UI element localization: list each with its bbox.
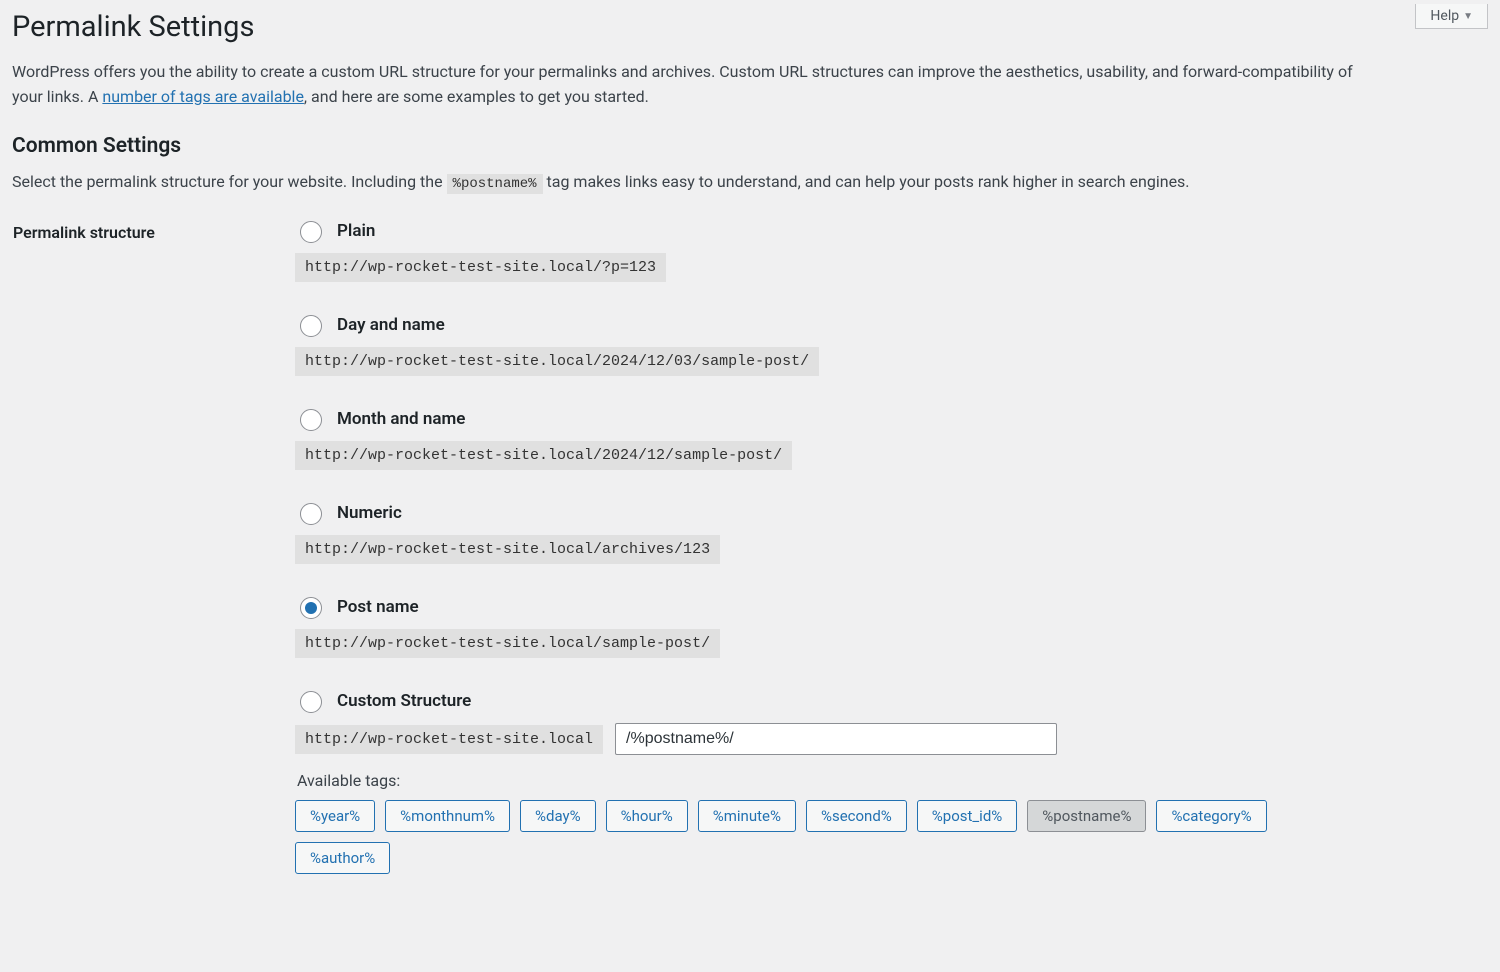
common-settings-heading: Common Settings: [12, 134, 1372, 158]
option-postname: Post name http://wp-rocket-test-site.loc…: [295, 594, 1371, 658]
chevron-down-icon: ▼: [1463, 11, 1473, 22]
help-tab[interactable]: Help ▼: [1415, 4, 1488, 29]
tags-available-link[interactable]: number of tags are available: [102, 87, 304, 106]
custom-structure-input[interactable]: [615, 723, 1057, 755]
tag-button[interactable]: %minute%: [698, 800, 796, 832]
tag-button[interactable]: %day%: [520, 800, 596, 832]
tag-button[interactable]: %category%: [1156, 800, 1266, 832]
code-monthname: http://wp-rocket-test-site.local/2024/12…: [295, 441, 792, 470]
radio-custom[interactable]: [300, 691, 322, 713]
custom-base: http://wp-rocket-test-site.local: [295, 725, 603, 754]
available-tags-label: Available tags:: [297, 771, 1371, 790]
radio-numeric[interactable]: [300, 503, 322, 525]
tag-button[interactable]: %author%: [295, 842, 390, 874]
intro-paragraph: WordPress offers you the ability to crea…: [12, 60, 1372, 110]
label-postname: Post name: [337, 597, 419, 617]
option-plain: Plain http://wp-rocket-test-site.local/?…: [295, 218, 1371, 282]
tag-button[interactable]: %hour%: [606, 800, 688, 832]
label-custom: Custom Structure: [337, 691, 471, 711]
option-dayname: Day and name http://wp-rocket-test-site.…: [295, 312, 1371, 376]
help-label: Help: [1430, 8, 1459, 24]
radio-monthname[interactable]: [300, 409, 322, 431]
common-desc-pre: Select the permalink structure for your …: [12, 172, 447, 191]
label-monthname: Month and name: [337, 409, 465, 429]
option-custom: Custom Structure http://wp-rocket-test-s…: [295, 688, 1371, 874]
label-plain: Plain: [337, 221, 375, 241]
tag-button[interactable]: %monthnum%: [385, 800, 510, 832]
tag-button[interactable]: %second%: [806, 800, 907, 832]
code-numeric: http://wp-rocket-test-site.local/archive…: [295, 535, 720, 564]
tag-button[interactable]: %year%: [295, 800, 375, 832]
code-plain: http://wp-rocket-test-site.local/?p=123: [295, 253, 666, 282]
page-title: Permalink Settings: [12, 10, 1372, 44]
radio-plain[interactable]: [300, 221, 322, 243]
label-numeric: Numeric: [337, 503, 402, 523]
code-dayname: http://wp-rocket-test-site.local/2024/12…: [295, 347, 819, 376]
common-desc: Select the permalink structure for your …: [12, 170, 1372, 196]
label-dayname: Day and name: [337, 315, 445, 335]
postname-code: %postname%: [447, 174, 543, 194]
permalink-structure-label: Permalink structure: [12, 217, 294, 905]
code-postname: http://wp-rocket-test-site.local/sample-…: [295, 629, 720, 658]
intro-text-post: , and here are some examples to get you …: [304, 87, 649, 106]
option-monthname: Month and name http://wp-rocket-test-sit…: [295, 406, 1371, 470]
available-tags: %year% %monthnum% %day% %hour% %minute% %seco…: [295, 800, 1371, 874]
tag-button[interactable]: %postname%: [1027, 800, 1146, 832]
option-numeric: Numeric http://wp-rocket-test-site.local…: [295, 500, 1371, 564]
tag-button[interactable]: %post_id%: [917, 800, 1017, 832]
radio-postname[interactable]: [300, 597, 322, 619]
common-desc-post: tag makes links easy to understand, and …: [543, 172, 1190, 191]
radio-dayname[interactable]: [300, 315, 322, 337]
